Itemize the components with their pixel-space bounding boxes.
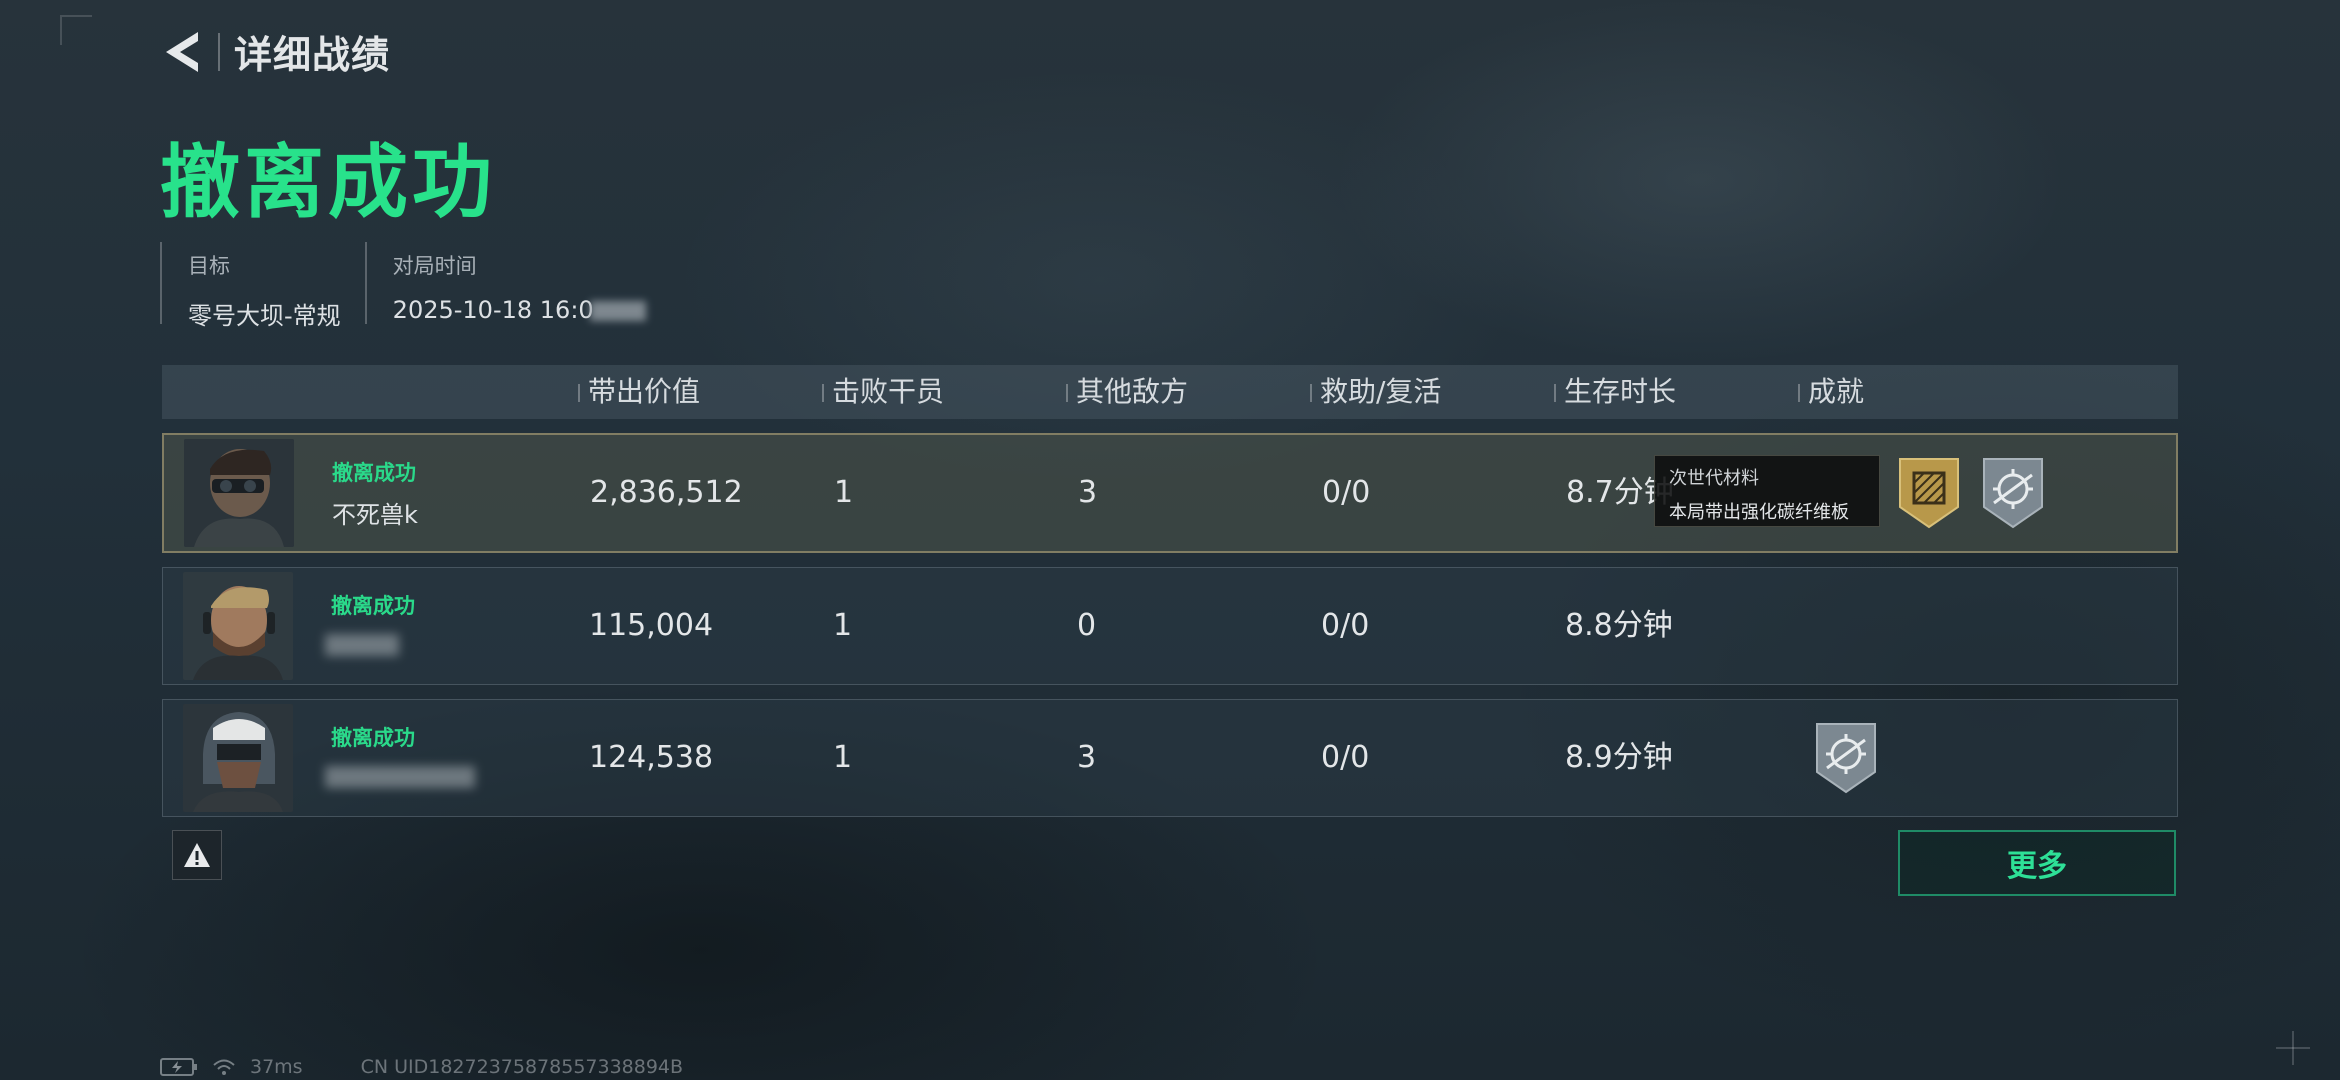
target-value: 零号大坝-常规 [188,302,341,330]
survival-time-value: 8.9分钟 [1565,740,1673,775]
header-other-enemies: 其他敌方 [1066,365,1188,419]
gold-crate-badge-icon[interactable] [1896,455,1962,531]
header-kills: 击败干员 [822,365,944,419]
scoreboard-table: 带出价值 击败干员 其他敌方 救助/复活 生存时长 成就 撤离成功 不死兽k 2… [162,365,2178,817]
corner-frame-mark [60,15,92,45]
achievement-tooltip: 次世代材料 本局带出强化碳纤维板 [1654,455,1880,527]
assist-value: 0/0 [1322,475,1371,510]
header-extract-value: 带出价值 [578,365,700,419]
operator-portrait-icon [183,704,293,812]
player-status: 撤离成功 [332,461,416,485]
redacted-name-mask [325,766,475,788]
warning-icon [184,843,210,867]
wifi-icon [213,1059,235,1075]
other-enemies-value: 3 [1078,475,1098,510]
match-time-text: 2025-10-18 16:0 [392,296,594,324]
ping-value: 37ms [250,1056,303,1078]
battery-icon [160,1058,197,1076]
match-time-label: 对局时间 [392,254,477,278]
player-avatar [183,704,293,812]
page-header: 详细战绩 [160,24,390,79]
player-status: 撤离成功 [331,594,415,618]
more-button[interactable]: 更多 [1898,830,2176,896]
plus-corner-mark [2276,1031,2310,1065]
target-info: 目标 零号大坝-常规 [160,242,365,330]
match-time-info: 对局时间 2025-10-18 16:0 [364,242,670,324]
extraction-result-title: 撤离成功 [160,136,496,229]
header-achievements: 成就 [1798,365,1864,419]
other-enemies-value: 3 [1077,740,1097,775]
kills-value: 1 [834,475,854,510]
extract-value: 115,004 [589,608,714,643]
player-row-self[interactable]: 撤离成功 不死兽k 2,836,512 1 3 0/0 8.7分钟 次世代材料 … [162,433,2178,553]
assist-value: 0/0 [1321,608,1370,643]
redacted-name-mask [325,634,399,656]
header-divider [218,32,220,71]
redacted-time-mask [589,301,646,321]
kills-value: 1 [833,740,853,775]
player-avatar [184,439,294,547]
other-enemies-value: 0 [1077,608,1097,643]
player-row[interactable]: 撤离成功 115,004 1 0 0/0 8.8分钟 [162,567,2178,685]
table-header: 带出价值 击败干员 其他敌方 救助/复活 生存时长 成就 [162,365,2178,419]
page-title: 详细战绩 [234,33,391,77]
header-survival-time: 生存时长 [1554,365,1676,419]
user-uid: CN UID18272375878557338894B [360,1056,684,1078]
player-status: 撤离成功 [331,726,415,750]
header-assist-revive: 救助/复活 [1310,365,1441,419]
assist-value: 0/0 [1321,740,1370,775]
operator-portrait-icon [183,572,293,680]
silver-scope-badge-icon[interactable] [1980,455,2046,531]
extract-value: 124,538 [589,740,714,775]
silver-scope-badge-icon[interactable] [1813,720,1879,796]
status-footer: 37ms CN UID18272375878557338894B [160,1056,683,1078]
target-label: 目标 [188,254,230,278]
back-arrow-icon [166,31,198,72]
operator-portrait-icon [184,439,294,547]
extract-value: 2,836,512 [590,475,743,510]
match-info: 目标 零号大坝-常规 对局时间 2025-10-18 16:0 [160,242,670,330]
report-warning-button[interactable] [172,830,222,880]
kills-value: 1 [833,608,853,643]
match-time-value: 2025-10-18 16:0 [393,296,646,324]
player-avatar [183,572,293,680]
tooltip-description: 本局带出强化碳纤维板 [1669,502,1849,523]
player-row[interactable]: 撤离成功 124,538 1 3 0/0 8.9分钟 [162,699,2178,817]
player-name: 不死兽k [332,501,418,529]
survival-time-value: 8.8分钟 [1565,608,1673,643]
tooltip-title: 次世代材料 [1669,468,1759,489]
back-button[interactable] [160,27,204,77]
